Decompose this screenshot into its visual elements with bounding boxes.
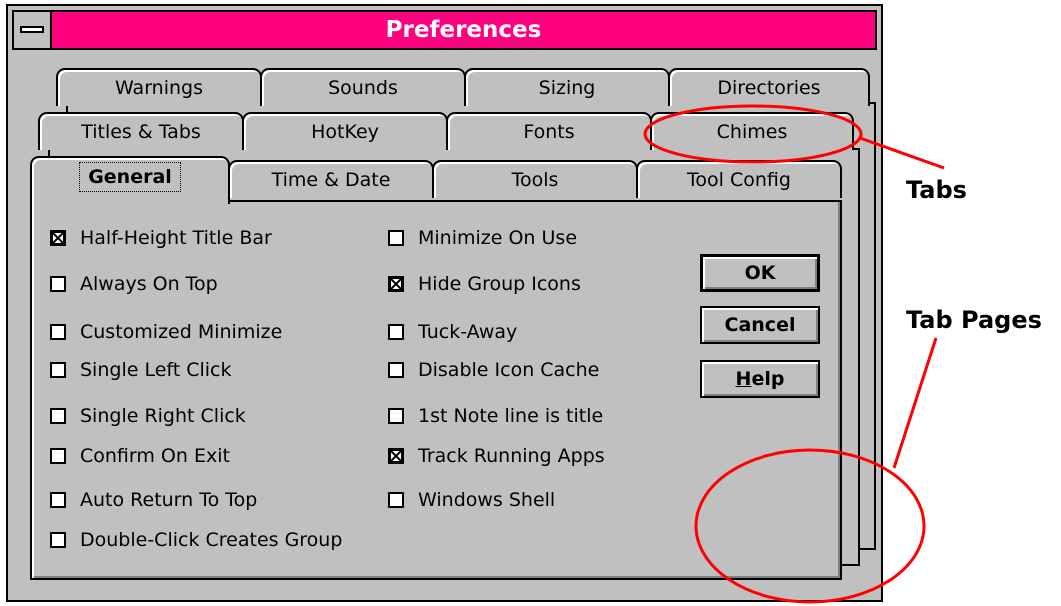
option-disable-icon-cache[interactable]: Disable Icon Cache [388, 358, 599, 382]
tab-sounds[interactable]: Sounds [260, 68, 466, 106]
option-label: Half-Height Title Bar [80, 227, 272, 249]
option-label: Tuck-Away [418, 321, 518, 343]
option-label: Double-Click Creates Group [80, 529, 343, 551]
option-tuck-away[interactable]: Tuck-Away [388, 320, 517, 344]
tab-label: General [79, 162, 181, 192]
annotation-tab-pages-label: Tab Pages [906, 306, 1042, 334]
option-single-right-click[interactable]: Single Right Click [50, 404, 246, 428]
tab-pages-pointer-line [892, 337, 938, 469]
checkbox[interactable] [50, 230, 66, 246]
annotation-tabs-label: Tabs [906, 176, 967, 204]
checkbox[interactable] [388, 324, 404, 340]
checkbox[interactable] [50, 448, 66, 464]
option-label: Disable Icon Cache [418, 359, 600, 381]
tab-general[interactable]: General [30, 156, 230, 204]
help-button[interactable]: Help [700, 360, 820, 398]
system-menu-button[interactable] [14, 12, 52, 48]
tab-label: Tool Config [687, 169, 791, 191]
tab-fonts[interactable]: Fonts [446, 112, 652, 150]
help-label: elp [751, 368, 785, 390]
checkbox[interactable] [388, 408, 404, 424]
tab-label: Warnings [114, 77, 203, 99]
checkbox[interactable] [50, 492, 66, 508]
system-menu-icon [20, 26, 44, 33]
checkbox[interactable] [388, 230, 404, 246]
checkbox[interactable] [50, 324, 66, 340]
tab-label: Sizing [538, 77, 596, 99]
option-label: Hide Group Icons [418, 273, 581, 295]
option-track-running-apps[interactable]: Track Running Apps [388, 444, 605, 468]
tab-label: Tools [511, 169, 559, 191]
option-label: Single Right Click [80, 405, 246, 427]
checkbox[interactable] [388, 448, 404, 464]
option-1st-note-line-is-title[interactable]: 1st Note line is title [388, 404, 603, 428]
tab-warnings[interactable]: Warnings [56, 68, 262, 106]
checkbox[interactable] [50, 362, 66, 378]
option-label: Single Left Click [80, 359, 232, 381]
tab-time-date[interactable]: Time & Date [228, 160, 434, 198]
tab-label: Chimes [716, 121, 788, 143]
tab-label: Sounds [328, 77, 398, 99]
option-windows-shell[interactable]: Windows Shell [388, 488, 555, 512]
tab-directories[interactable]: Directories [668, 68, 870, 106]
preferences-window: Preferences Warnings Sounds Sizing Direc… [6, 4, 883, 602]
option-label: Windows Shell [418, 489, 556, 511]
tab-label: Fonts [523, 121, 575, 143]
tab-hotkey[interactable]: HotKey [242, 112, 448, 150]
option-auto-return-to-top[interactable]: Auto Return To Top [50, 488, 257, 512]
tab-tools[interactable]: Tools [432, 160, 638, 198]
tab-sizing[interactable]: Sizing [464, 68, 670, 106]
tab-label: Titles & Tabs [81, 121, 201, 143]
option-label: Track Running Apps [418, 445, 605, 467]
tab-label: Directories [717, 77, 821, 99]
checkbox[interactable] [50, 276, 66, 292]
checkbox[interactable] [388, 276, 404, 292]
option-always-on-top[interactable]: Always On Top [50, 272, 218, 296]
checkbox[interactable] [388, 492, 404, 508]
help-accelerator: H [735, 368, 752, 390]
option-label: Confirm On Exit [80, 445, 230, 467]
option-minimize-on-use[interactable]: Minimize On Use [388, 226, 577, 250]
checkbox[interactable] [50, 532, 66, 548]
tab-titles-tabs[interactable]: Titles & Tabs [38, 112, 244, 150]
window-title: Preferences [385, 17, 542, 43]
option-single-left-click[interactable]: Single Left Click [50, 358, 232, 382]
ok-button[interactable]: OK [700, 254, 820, 292]
cancel-button[interactable]: Cancel [700, 306, 820, 344]
tab-tool-config[interactable]: Tool Config [636, 160, 842, 198]
option-label: 1st Note line is title [418, 405, 604, 427]
checkbox[interactable] [388, 362, 404, 378]
page-top-border [230, 200, 840, 202]
option-label: Minimize On Use [418, 227, 578, 249]
checkbox[interactable] [50, 408, 66, 424]
tab-label: HotKey [311, 121, 379, 143]
option-double-click-creates-group[interactable]: Double-Click Creates Group [50, 528, 342, 552]
option-hide-group-icons[interactable]: Hide Group Icons [388, 272, 581, 296]
title-bar[interactable]: Preferences [12, 10, 877, 50]
option-label: Customized Minimize [80, 321, 283, 343]
option-label: Always On Top [80, 273, 218, 295]
tab-label: Time & Date [271, 169, 391, 191]
tab-page-general: Half-Height Title Bar Always On Top Cust… [30, 200, 842, 580]
tab-chimes[interactable]: Chimes [650, 112, 854, 150]
option-customized-minimize[interactable]: Customized Minimize [50, 320, 282, 344]
option-label: Auto Return To Top [80, 489, 258, 511]
option-half-height-title-bar[interactable]: Half-Height Title Bar [50, 226, 272, 250]
option-confirm-on-exit[interactable]: Confirm On Exit [50, 444, 230, 468]
